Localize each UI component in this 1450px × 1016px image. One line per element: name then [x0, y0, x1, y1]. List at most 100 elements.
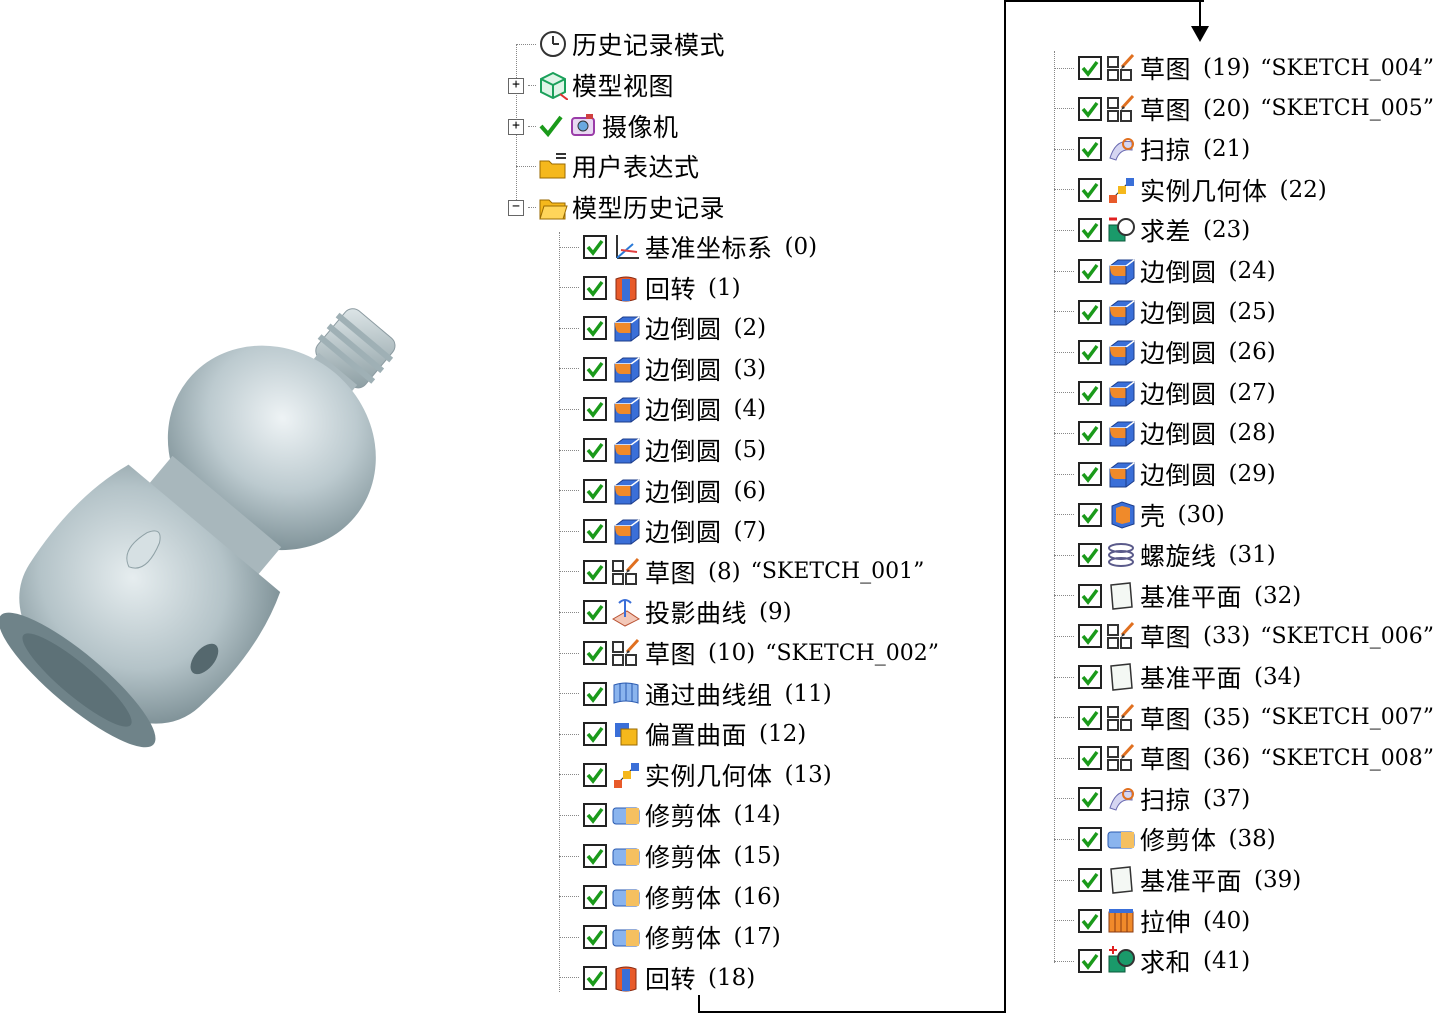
- feature-row[interactable]: 边倒圆 (7): [559, 514, 766, 548]
- feature-row[interactable]: 基准平面 (34): [1054, 660, 1301, 694]
- tree-node-model-views[interactable]: 模型视图: [528, 68, 674, 102]
- feature-row[interactable]: 实例几何体 (13): [559, 758, 832, 792]
- feature-row[interactable]: 边倒圆 (6): [559, 474, 766, 508]
- feature-row[interactable]: 投影曲线 (9): [559, 595, 792, 629]
- visibility-checkbox[interactable]: [583, 235, 607, 259]
- visibility-checkbox[interactable]: [1078, 340, 1102, 365]
- feature-row[interactable]: 偏置曲面 (12): [559, 717, 806, 751]
- feature-row[interactable]: 草图 (8) “SKETCH_001”: [559, 555, 924, 589]
- feature-index: (17): [733, 924, 781, 951]
- feature-row[interactable]: 草图 (36) “SKETCH_008”: [1054, 741, 1434, 775]
- feature-row[interactable]: 边倒圆 (24): [1054, 254, 1276, 288]
- feature-row[interactable]: 边倒圆 (4): [559, 392, 766, 426]
- feature-row[interactable]: 基准坐标系 (0): [559, 230, 817, 264]
- visibility-checkbox[interactable]: [583, 884, 607, 909]
- visibility-checkbox[interactable]: [583, 438, 607, 462]
- visibility-checkbox[interactable]: [1078, 624, 1102, 649]
- visibility-checkbox[interactable]: [583, 762, 607, 787]
- feature-row[interactable]: 拉伸 (40): [1054, 904, 1250, 938]
- feature-row[interactable]: 边倒圆 (26): [1054, 335, 1276, 369]
- visibility-checkbox[interactable]: [1078, 177, 1102, 202]
- feature-index: (40): [1203, 907, 1251, 934]
- visibility-checkbox[interactable]: [583, 356, 607, 381]
- visibility-checkbox[interactable]: [583, 559, 607, 584]
- tree-node-cameras[interactable]: 摄像机: [528, 109, 679, 143]
- tree-node-user-expressions[interactable]: 用户表达式: [516, 149, 700, 183]
- collapse-toggle[interactable]: −: [508, 200, 524, 216]
- visibility-checkbox[interactable]: [583, 844, 607, 868]
- feature-row[interactable]: 边倒圆 (29): [1054, 457, 1276, 491]
- feature-row[interactable]: 壳 (30): [1054, 498, 1225, 532]
- visibility-checkbox[interactable]: [1078, 786, 1102, 811]
- feature-row[interactable]: 修剪体 (16): [559, 880, 781, 914]
- feature-name: 偏置曲面: [645, 721, 748, 751]
- feature-row[interactable]: 修剪体 (15): [559, 839, 781, 873]
- expand-toggle[interactable]: +: [508, 78, 524, 94]
- visibility-checkbox[interactable]: [1078, 137, 1102, 162]
- feature-row[interactable]: 修剪体 (17): [559, 920, 781, 954]
- visibility-checkbox[interactable]: [1078, 421, 1102, 446]
- feature-index: (41): [1203, 948, 1251, 975]
- feature-row[interactable]: 回转 (18): [559, 961, 755, 995]
- visibility-checkbox[interactable]: [1078, 462, 1102, 486]
- visibility-checkbox[interactable]: [583, 478, 607, 503]
- feature-row[interactable]: 基准平面 (39): [1054, 863, 1301, 897]
- tree-node-model-history[interactable]: 模型历史记录: [528, 190, 725, 224]
- visibility-checkbox[interactable]: [1078, 543, 1102, 568]
- visibility-checkbox[interactable]: [583, 641, 607, 665]
- tree-node-history-mode[interactable]: 历史记录模式: [516, 27, 725, 61]
- visibility-checkbox[interactable]: [1078, 746, 1102, 771]
- visibility-checkbox[interactable]: [1078, 705, 1102, 730]
- revolve-icon: [611, 963, 641, 993]
- visibility-checkbox[interactable]: [1078, 380, 1102, 405]
- visibility-checkbox[interactable]: [1078, 218, 1102, 243]
- feature-row[interactable]: 边倒圆 (25): [1054, 295, 1276, 329]
- swept-icon: [1106, 134, 1136, 164]
- feature-row[interactable]: 边倒圆 (5): [559, 433, 766, 467]
- feature-row[interactable]: 基准平面 (32): [1054, 579, 1301, 613]
- feature-row[interactable]: 草图 (33) “SKETCH_006”: [1054, 619, 1434, 653]
- feature-row[interactable]: 修剪体 (38): [1054, 822, 1276, 856]
- visibility-checkbox[interactable]: [1078, 259, 1102, 283]
- visibility-checkbox[interactable]: [1078, 299, 1102, 324]
- visibility-checkbox[interactable]: [583, 519, 607, 544]
- visibility-checkbox[interactable]: [1078, 908, 1102, 933]
- feature-row[interactable]: 边倒圆 (2): [559, 311, 766, 345]
- visibility-checkbox[interactable]: [1078, 56, 1102, 80]
- visibility-checkbox[interactable]: [1078, 96, 1102, 121]
- visibility-checkbox[interactable]: [1078, 949, 1102, 974]
- feature-row[interactable]: 边倒圆 (27): [1054, 376, 1276, 410]
- visibility-checkbox[interactable]: [583, 275, 607, 300]
- visibility-checkbox[interactable]: [583, 722, 607, 747]
- visibility-checkbox[interactable]: [583, 600, 607, 625]
- visibility-checkbox[interactable]: [583, 316, 607, 341]
- visibility-checkbox[interactable]: [1078, 502, 1102, 527]
- visibility-checkbox[interactable]: [1078, 583, 1102, 608]
- visibility-checkbox[interactable]: [1078, 665, 1102, 689]
- feature-row[interactable]: 草图 (19) “SKETCH_004”: [1054, 51, 1434, 85]
- feature-row[interactable]: 边倒圆 (28): [1054, 416, 1276, 450]
- feature-row[interactable]: 修剪体 (14): [559, 798, 781, 832]
- feature-row[interactable]: 实例几何体 (22): [1054, 173, 1327, 207]
- visibility-checkbox[interactable]: [583, 681, 607, 706]
- feature-row[interactable]: 扫掠 (21): [1054, 132, 1250, 166]
- tree-connector-line: [559, 693, 579, 695]
- feature-row[interactable]: 求和 (41): [1054, 944, 1250, 978]
- visibility-checkbox[interactable]: [583, 397, 607, 422]
- feature-row[interactable]: 草图 (20) “SKETCH_005”: [1054, 92, 1434, 126]
- feature-row[interactable]: 草图 (10) “SKETCH_002”: [559, 636, 939, 670]
- visibility-checkbox[interactable]: [1078, 868, 1102, 892]
- feature-row[interactable]: 求差 (23): [1054, 213, 1250, 247]
- visibility-checkbox[interactable]: [583, 803, 607, 828]
- visibility-checkbox[interactable]: [583, 925, 607, 950]
- feature-row[interactable]: 螺旋线 (31): [1054, 538, 1276, 572]
- feature-row[interactable]: 草图 (35) “SKETCH_007”: [1054, 701, 1434, 735]
- feature-row[interactable]: 扫掠 (37): [1054, 782, 1250, 816]
- feature-name: 回转: [645, 274, 697, 304]
- feature-row[interactable]: 通过曲线组 (11): [559, 677, 832, 711]
- visibility-checkbox[interactable]: [1078, 827, 1102, 852]
- expand-toggle[interactable]: +: [508, 119, 524, 135]
- feature-row[interactable]: 边倒圆 (3): [559, 352, 766, 386]
- feature-row[interactable]: 回转 (1): [559, 271, 741, 305]
- visibility-checkbox[interactable]: [583, 965, 607, 990]
